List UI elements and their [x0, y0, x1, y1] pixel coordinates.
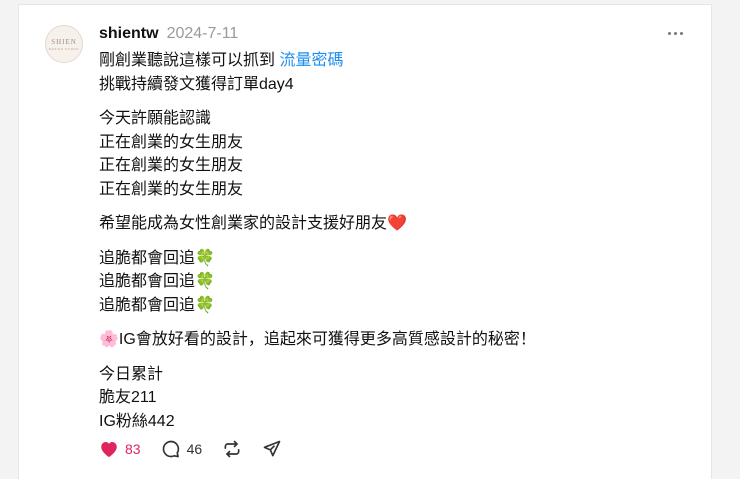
heart-icon — [101, 442, 117, 458]
comment-button[interactable]: 46 — [161, 439, 203, 459]
post-line: 追脆都會回追🍀 — [99, 249, 215, 267]
topic-link[interactable]: 流量密碼 — [279, 52, 343, 69]
post-paragraph: 今日累計 脆友211 IG粉絲442 — [99, 363, 689, 434]
post-paragraph: 追脆都會回追🍀 追脆都會回追🍀 追脆都會回追🍀 — [99, 247, 689, 318]
avatar-brand-subtext: DESIGN STUDIO — [48, 46, 80, 51]
post-actions: 83 46 — [99, 436, 302, 462]
post-paragraph: 希望能成為女性創業家的設計支援好朋友❤️ — [99, 212, 689, 236]
post-line: 正在創業的女生朋友 — [99, 157, 244, 174]
avatar-brand-text: SHIEN — [51, 37, 77, 46]
repost-button[interactable] — [222, 439, 242, 459]
post-line: IG粉絲442 — [99, 412, 175, 430]
post-paragraph: 剛創業聽說這樣可以抓到 流量密碼 挑戰持續發文獲得訂單day4 — [99, 49, 689, 96]
post-line: 希望能成為女性創業家的設計支援好朋友❤️ — [99, 215, 407, 232]
post-date[interactable]: 2024-7-11 — [167, 25, 239, 43]
like-button[interactable]: 83 — [99, 440, 141, 458]
post-line: 今天許願能認識 — [99, 110, 212, 127]
post-line: 剛創業聽說這樣可以抓到 流量密碼 — [99, 49, 689, 73]
post-header: shientw 2024-7-11 — [99, 23, 238, 45]
post-line: 脆友211 — [99, 389, 157, 406]
post-line: 挑戰持續發文獲得訂單day4 — [99, 75, 294, 93]
post-line: 追脆都會回追🍀 — [99, 296, 215, 314]
share-button[interactable] — [262, 439, 282, 459]
more-icon[interactable] — [665, 25, 685, 41]
post-body: 剛創業聽說這樣可以抓到 流量密碼 挑戰持續發文獲得訂單day4 今天許願能認識 … — [99, 49, 689, 444]
post-line: 今日累計 — [99, 365, 164, 383]
post-card: SHIEN DESIGN STUDIO shientw 2024-7-11 剛創… — [18, 4, 712, 479]
comment-count: 46 — [186, 441, 203, 457]
post-paragraph: 今天許願能認識 正在創業的女生朋友 正在創業的女生朋友 正在創業的女生朋友 — [99, 107, 689, 201]
like-count: 83 — [125, 441, 141, 457]
post-paragraph: 🌸IG會放好看的設計，追起來可獲得更多高質感設計的秘密！ — [99, 328, 689, 352]
username[interactable]: shientw — [99, 25, 159, 43]
post-line: 🌸IG會放好看的設計，追起來可獲得更多高質感設計的秘密！ — [99, 331, 536, 348]
repost-icon — [224, 440, 240, 458]
avatar[interactable]: SHIEN DESIGN STUDIO — [45, 25, 83, 63]
post-line: 追脆都會回追🍀 — [99, 273, 215, 290]
post-line: 正在創業的女生朋友 — [99, 180, 244, 198]
comment-bubble-icon — [162, 440, 179, 458]
post-line: 正在創業的女生朋友 — [99, 133, 244, 151]
send-icon — [263, 440, 281, 457]
post-text: 剛創業聽說這樣可以抓到 — [99, 52, 276, 69]
